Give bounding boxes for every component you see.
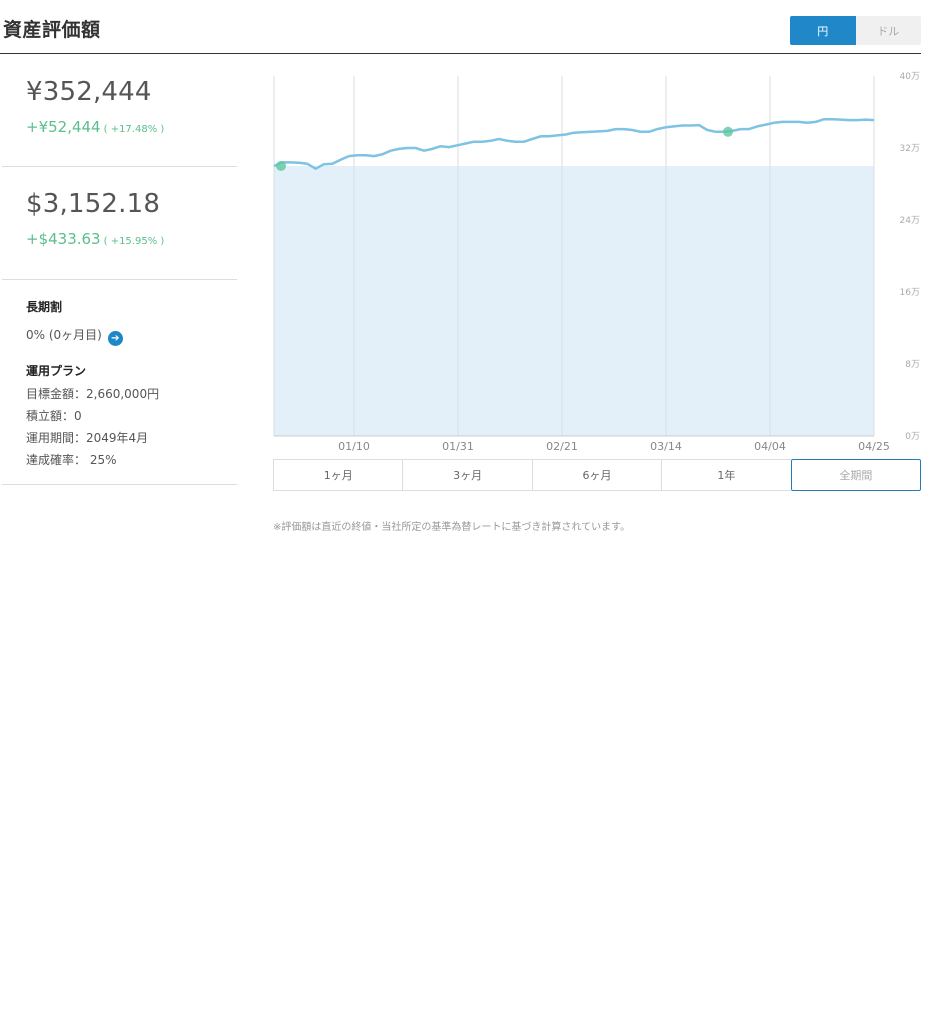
chart-y-tick-label: 16万 [900,288,920,298]
arrow-right-icon[interactable]: ➔ [107,331,123,346]
yen-gain: +¥52,444( +17.48% ) [26,117,164,136]
chart-y-tick-label: 24万 [900,216,920,226]
usd-gain-amount: +$433.63 [26,230,101,248]
chart-series-line [273,117,875,170]
plan-probability: 達成確率： 25% [26,453,117,467]
period-tab-6m[interactable]: 6ヶ月 [531,459,662,491]
chart-x-tick-label: 04/04 [754,440,786,453]
usd-gain: +$433.63( +15.95% ) [26,229,164,248]
currency-toggle[interactable]: 円 ドル [790,16,921,45]
chart-x-tick-label: 03/14 [650,440,682,453]
chart-y-tick-label: 8万 [905,360,920,370]
yen-gain-amount: +¥52,444 [26,118,101,136]
usd-total-value: $3,152.18 [26,189,161,219]
footnote: ※評価額は直近の終値・当社所定の基準為替レートに基づき計算されています。 [273,522,631,533]
plan-target-amount: 目標金額：2,660,000円 [26,387,160,401]
period-tab-all[interactable]: 全期間 [790,459,922,491]
plan-monthly-amount: 積立額：0 [26,409,82,423]
currency-dollar-button[interactable]: ドル [855,16,921,45]
yen-gain-percent: ( +17.48% ) [103,124,165,135]
chart-x-tick-label: 02/21 [546,440,578,453]
chart-y-tick-label: 40万 [900,72,920,82]
long-term-label: 長期割 [26,300,63,314]
chart-marker [723,126,733,137]
yen-total-value: ¥352,444 [26,77,152,107]
usd-gain-percent: ( +15.95% ) [103,236,165,247]
chart-x-tick-label: 01/31 [442,440,474,453]
chart-marker [276,161,286,171]
period-tab-3m[interactable]: 3ヶ月 [402,459,532,491]
plan-label: 運用プラン [26,364,87,378]
asset-chart: 01/10 01/31 02/21 03/14 04/04 04/25 0万 8万 16万 24万… [240,60,930,460]
page-title: 資産評価額 [3,19,101,41]
period-tab-1y[interactable]: 1年 [661,459,791,491]
plan-summary: 長期割 0% (0ヶ月目) ➔ 運用プラン 目標金額：2,660,000円 積立額… [2,280,237,485]
chart-x-tick-label: 04/25 [858,440,890,453]
chart-x-tick-label: 01/10 [338,440,370,453]
chart-y-tick-label: 0万 [905,432,920,442]
plan-period: 運用期間：2049年4月 [26,431,149,445]
period-tab-1m[interactable]: 1ヶ月 [273,459,403,491]
long-term-value-text: 0% (0ヶ月目) [26,328,102,342]
chart-svg: 01/10 01/31 02/21 03/14 04/04 04/25 0万 8万 16万 24万… [273,72,920,453]
usd-summary: $3,152.18 +$433.63( +15.95% ) [2,167,237,280]
summary-panel: ¥352,444 +¥52,444( +17.48% ) $3,152.18 +… [2,55,237,485]
long-term-value: 0% (0ヶ月目) ➔ [26,326,123,346]
yen-summary: ¥352,444 +¥52,444( +17.48% ) [2,55,237,167]
currency-yen-button[interactable]: 円 [790,16,856,45]
header: 資産評価額 円 ドル [0,0,921,54]
period-selector: 1ヶ月 3ヶ月 6ヶ月 1年 全期間 [273,459,922,491]
chart-y-tick-label: 32万 [900,144,920,154]
chart-area-fill [274,166,874,436]
